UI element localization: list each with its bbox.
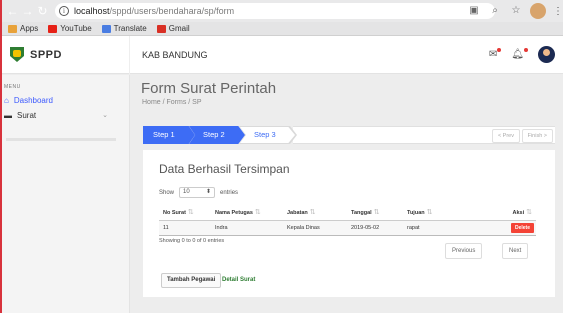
show-label: Show (159, 189, 175, 196)
logo-icon (10, 47, 24, 62)
bookmarks-bar: Apps YouTube Translate Gmail (0, 22, 563, 36)
sidebar-item-label: Dashboard (13, 95, 53, 105)
column-label: Aksi (512, 210, 525, 217)
column-header-jabatan[interactable]: Jabatan ⇅ (283, 205, 347, 221)
table-header-row: No Surat ⇅ Nama Petugas ⇅ Jabatan ⇅ Tanggal… (159, 205, 536, 221)
bookmark-label: Translate (113, 24, 147, 33)
column-header-tujuan[interactable]: Tujuan ⇅ (403, 205, 469, 221)
profile-avatar-icon[interactable] (530, 3, 546, 19)
bookmark-gmail[interactable]: Gmail (156, 24, 190, 33)
page-title: Form Surat Perintah (141, 80, 277, 97)
browser-actions: ▣ ⌕ ☆ ⋮ (467, 3, 563, 19)
card-title: Data Berhasil Tersimpan (159, 162, 290, 176)
column-header-nama-petugas[interactable]: Nama Petugas ⇅ (211, 205, 283, 221)
info-icon[interactable]: i (59, 6, 69, 16)
column-label: Nama Petugas (215, 210, 253, 217)
select-caret-icon: ⬍ (205, 189, 212, 195)
bookmark-translate[interactable]: Translate (101, 24, 147, 33)
column-label: Jabatan (287, 210, 308, 217)
translate-icon (101, 24, 111, 33)
step-wizard: < Prev Finish > Step 3 Step 2 Step 1 (143, 126, 555, 144)
frame-edge (0, 0, 2, 313)
sidebar-item-label: Surat (17, 110, 37, 120)
mail-icon[interactable]: ✉ (489, 48, 502, 60)
cell-jabatan: Kepala Dinas (283, 220, 347, 236)
bookmark-label: Apps (20, 24, 39, 33)
bookmark-star-icon[interactable]: ☆ (509, 4, 523, 18)
browser-menu-icon[interactable]: ⋮ (553, 6, 563, 17)
envelope-icon: ▬ (4, 110, 12, 120)
previous-page-button[interactable]: Previous (445, 243, 483, 259)
data-table: No Surat ⇅ Nama Petugas ⇅ Jabatan ⇅ Tanggal… (159, 205, 536, 236)
bookmark-apps[interactable]: Apps (8, 24, 38, 33)
cell-tujuan: rapat (403, 220, 469, 236)
column-label: Tujuan (407, 210, 425, 217)
cell-no-surat: 11 (159, 220, 211, 236)
detail-surat-link[interactable]: Detail Surat (222, 277, 255, 283)
column-header-aksi[interactable]: Aksi ⇅ (469, 205, 536, 221)
region-name: KAB BANDUNG (142, 49, 208, 60)
translate-page-icon[interactable]: ▣ (467, 4, 481, 18)
result-card: Data Berhasil Tersimpan Show 10 ⬍ entrie… (143, 150, 555, 297)
step-3-label: Step 3 (254, 130, 276, 139)
bookmark-label: YouTube (60, 24, 92, 33)
brand-area[interactable]: SPPD (0, 35, 130, 74)
bookmark-label: Gmail (168, 24, 190, 33)
main-content: Form Surat Perintah Home / Forms / SP < … (131, 75, 563, 313)
app-header: SPPD KAB BANDUNG ✉ 🔔︎ (0, 35, 563, 74)
menu-heading: MENU (4, 84, 21, 90)
next-page-button[interactable]: Next (502, 243, 529, 259)
apps-grid-icon (8, 24, 17, 33)
address-bar[interactable]: i localhost/sppd/users/bendahara/sp/form (55, 3, 495, 19)
cell-tanggal: 2019-05-02 (347, 220, 403, 236)
home-icon: ⌂ (4, 95, 9, 105)
bookmark-youtube[interactable]: YouTube (48, 24, 92, 33)
column-header-tanggal[interactable]: Tanggal ⇅ (347, 205, 403, 221)
sort-icon: ⇅ (254, 209, 261, 217)
zoom-icon[interactable]: ⌕ (488, 4, 502, 18)
column-label: No Surat (163, 210, 186, 217)
delete-button[interactable]: Delete (510, 222, 534, 233)
back-arrow-icon[interactable]: ← (5, 0, 20, 22)
breadcrumb: Home / Forms / SP (142, 99, 202, 106)
sort-icon: ⇅ (426, 209, 433, 217)
sort-icon: ⇅ (309, 209, 316, 217)
cell-aksi: Delete (469, 220, 536, 236)
chevron-down-icon: ⌄ (102, 112, 108, 119)
step-1[interactable]: Step 1 (143, 126, 195, 144)
gmail-icon (156, 24, 166, 33)
page-length-control: Show 10 ⬍ entries (159, 187, 238, 198)
finish-button[interactable]: Finish > (521, 129, 553, 143)
sort-icon: ⇅ (526, 209, 532, 217)
column-label: Tanggal (351, 210, 372, 217)
youtube-icon (48, 24, 58, 33)
header-actions: ✉ 🔔︎ (489, 46, 555, 63)
sidebar: MENU ⌂ Dashboard ▬ Surat ⌄ (0, 75, 130, 313)
notification-dot (497, 48, 502, 52)
sidebar-item-surat[interactable]: ▬ Surat ⌄ (4, 109, 130, 121)
prev-button[interactable]: < Prev (491, 129, 520, 143)
sort-icon: ⇅ (373, 209, 380, 217)
wizard-track: < Prev Finish > (293, 126, 555, 144)
sidebar-item-dashboard[interactable]: ⌂ Dashboard (4, 94, 53, 106)
sidebar-divider (6, 138, 116, 141)
avatar[interactable] (538, 46, 555, 63)
table-info: Showing 0 to 0 of 0 entries (159, 238, 225, 244)
page-length-value: 10 (183, 189, 190, 195)
sort-icon: ⇅ (187, 209, 194, 217)
forward-arrow-icon[interactable]: → (20, 0, 35, 22)
column-header-no-surat[interactable]: No Surat ⇅ (159, 205, 211, 221)
url-host: localhost (74, 6, 110, 16)
page-length-select[interactable]: 10 ⬍ (179, 187, 216, 198)
cell-nama-petugas: Indra (211, 220, 283, 236)
entries-label: entries (220, 189, 239, 196)
bell-icon[interactable]: 🔔︎ (511, 48, 528, 60)
url-path: /sppd/users/bendahara/sp/form (109, 6, 235, 16)
reload-icon[interactable]: ↻ (35, 0, 50, 22)
notification-dot (524, 48, 528, 52)
table-row: 11 Indra Kepala Dinas 2019-05-02 rapat D… (159, 220, 536, 236)
brand-name: SPPD (30, 48, 62, 61)
add-employee-button[interactable]: Tambah Pegawai (161, 273, 222, 288)
step-2[interactable]: Step 2 (189, 126, 245, 144)
